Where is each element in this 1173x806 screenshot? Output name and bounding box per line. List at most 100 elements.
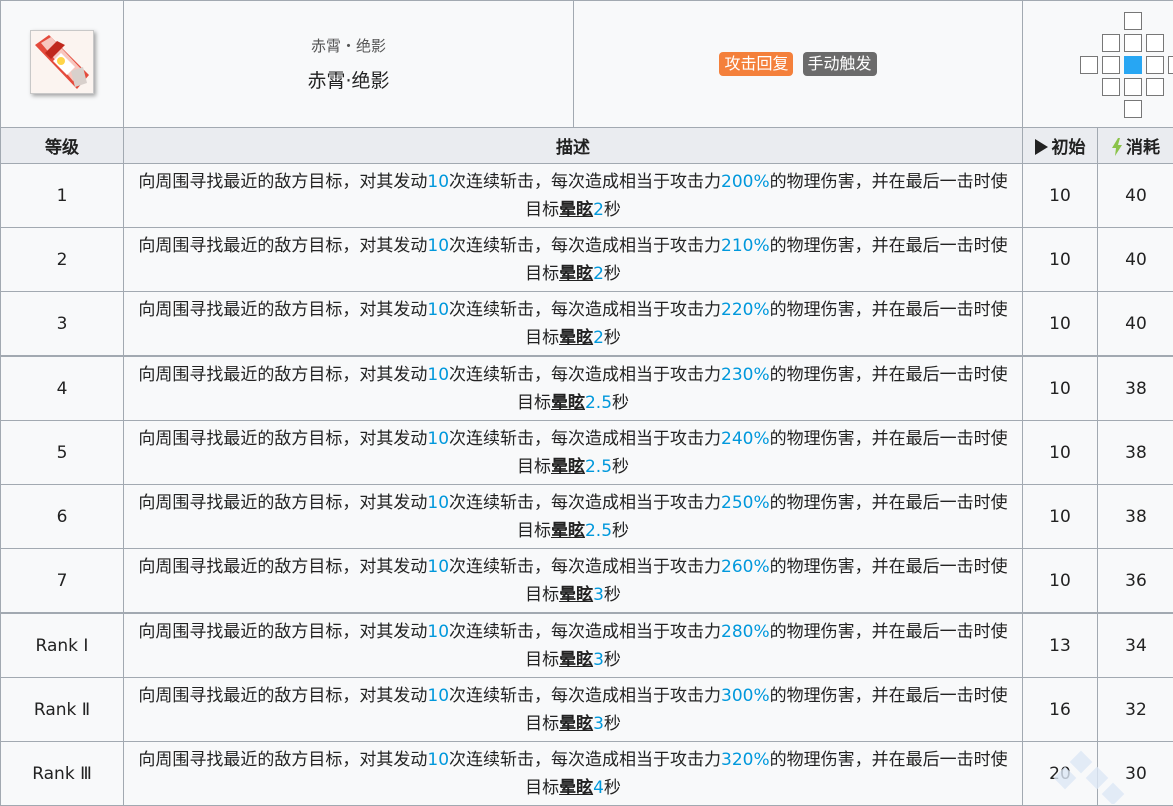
desc-hit-count: 10: [427, 622, 449, 642]
col-cost-label: 消耗: [1126, 138, 1160, 158]
desc-damage-percent: 240%: [721, 429, 770, 449]
desc-stun-duration: 2: [593, 200, 604, 220]
stun-term-link[interactable]: 晕眩: [559, 714, 593, 734]
range-square: [1124, 12, 1142, 30]
range-square: [1102, 78, 1120, 96]
table-row: 2向周围寻找最近的敌方目标，对其发动10次连续斩击，每次造成相当于攻击力210%…: [1, 228, 1173, 292]
row-level: Rank Ⅰ: [1, 613, 124, 678]
desc-stun-duration: 4: [593, 778, 604, 798]
col-initial-sp: 初始: [1023, 128, 1098, 164]
row-initial-sp: 10: [1023, 228, 1098, 292]
desc-stun-duration: 2.5: [585, 457, 612, 477]
row-description: 向周围寻找最近的敌方目标，对其发动10次连续斩击，每次造成相当于攻击力220%的…: [124, 292, 1023, 357]
desc-damage-percent: 300%: [721, 686, 770, 706]
skill-icon: [30, 30, 94, 94]
row-description: 向周围寻找最近的敌方目标，对其发动10次连续斩击，每次造成相当于攻击力230%的…: [124, 356, 1023, 421]
attack-range-cell: [1023, 1, 1173, 128]
desc-unit: 秒: [604, 264, 621, 284]
row-sp-cost: 40: [1098, 292, 1173, 357]
row-sp-cost: 40: [1098, 228, 1173, 292]
desc-stun-duration: 2: [593, 264, 604, 284]
row-description: 向周围寻找最近的敌方目标，对其发动10次连续斩击，每次造成相当于攻击力280%的…: [124, 613, 1023, 678]
desc-damage-percent: 230%: [721, 365, 770, 385]
desc-hit-count: 10: [427, 493, 449, 513]
play-icon: [1035, 139, 1048, 155]
table-row: 5向周围寻找最近的敌方目标，对其发动10次连续斩击，每次造成相当于攻击力240%…: [1, 421, 1173, 485]
row-initial-sp: 10: [1023, 485, 1098, 549]
stun-term-link[interactable]: 晕眩: [559, 328, 593, 348]
stun-term-link[interactable]: 晕眩: [551, 457, 585, 477]
skill-header-row: 赤霄・绝影 赤霄·绝影 攻击回复 手动触发: [1, 1, 1173, 128]
row-sp-cost: 38: [1098, 485, 1173, 549]
desc-text: 次连续斩击，每次造成相当于攻击力: [449, 686, 721, 706]
desc-damage-percent: 280%: [721, 622, 770, 642]
desc-text: 次连续斩击，每次造成相当于攻击力: [449, 300, 721, 320]
desc-damage-percent: 320%: [721, 750, 770, 770]
stun-term-link[interactable]: 晕眩: [559, 200, 593, 220]
desc-text: 向周围寻找最近的敌方目标，对其发动: [138, 236, 427, 256]
table-row: Rank Ⅱ向周围寻找最近的敌方目标，对其发动10次连续斩击，每次造成相当于攻击…: [1, 678, 1173, 742]
row-sp-cost: 38: [1098, 356, 1173, 421]
desc-text: 次连续斩击，每次造成相当于攻击力: [449, 557, 721, 577]
skill-table: 赤霄・绝影 赤霄·绝影 攻击回复 手动触发: [0, 0, 1173, 806]
desc-hit-count: 10: [427, 750, 449, 770]
row-description: 向周围寻找最近的敌方目标，对其发动10次连续斩击，每次造成相当于攻击力260%的…: [124, 549, 1023, 614]
desc-stun-duration: 3: [593, 650, 604, 670]
range-square: [1124, 100, 1142, 118]
row-sp-cost: 30: [1098, 742, 1173, 806]
desc-text: 向周围寻找最近的敌方目标，对其发动: [138, 365, 427, 385]
stun-term-link[interactable]: 晕眩: [551, 393, 585, 413]
col-description: 描述: [124, 128, 1023, 164]
stun-term-link[interactable]: 晕眩: [559, 585, 593, 605]
desc-unit: 秒: [612, 457, 629, 477]
desc-damage-percent: 250%: [721, 493, 770, 513]
table-row: 3向周围寻找最近的敌方目标，对其发动10次连续斩击，每次造成相当于攻击力220%…: [1, 292, 1173, 357]
range-square: [1080, 56, 1098, 74]
desc-text: 次连续斩击，每次造成相当于攻击力: [449, 236, 721, 256]
row-level: 2: [1, 228, 124, 292]
desc-text: 向周围寻找最近的敌方目标，对其发动: [138, 493, 427, 513]
range-square: [1146, 34, 1164, 52]
desc-stun-duration: 2: [593, 328, 604, 348]
row-description: 向周围寻找最近的敌方目标，对其发动10次连续斩击，每次造成相当于攻击力240%的…: [124, 421, 1023, 485]
row-level: 6: [1, 485, 124, 549]
stun-term-link[interactable]: 晕眩: [559, 778, 593, 798]
stun-term-link[interactable]: 晕眩: [559, 264, 593, 284]
desc-hit-count: 10: [427, 365, 449, 385]
desc-unit: 秒: [604, 714, 621, 734]
desc-text: 次连续斩击，每次造成相当于攻击力: [449, 622, 721, 642]
level-rows: 1向周围寻找最近的敌方目标，对其发动10次连续斩击，每次造成相当于攻击力200%…: [1, 164, 1173, 806]
desc-damage-percent: 220%: [721, 300, 770, 320]
row-level: 7: [1, 549, 124, 614]
attack-range-grid: [1079, 10, 1173, 120]
stun-term-link[interactable]: 晕眩: [559, 650, 593, 670]
row-initial-sp: 10: [1023, 164, 1098, 228]
row-level: 4: [1, 356, 124, 421]
desc-unit: 秒: [612, 521, 629, 541]
desc-text: 次连续斩击，每次造成相当于攻击力: [449, 750, 721, 770]
desc-unit: 秒: [604, 200, 621, 220]
table-row: Rank Ⅲ向周围寻找最近的敌方目标，对其发动10次连续斩击，每次造成相当于攻击…: [1, 742, 1173, 806]
desc-hit-count: 10: [427, 686, 449, 706]
desc-text: 向周围寻找最近的敌方目标，对其发动: [138, 300, 427, 320]
desc-stun-duration: 2.5: [585, 521, 612, 541]
row-description: 向周围寻找最近的敌方目标，对其发动10次连续斩击，每次造成相当于攻击力250%的…: [124, 485, 1023, 549]
desc-text: 次连续斩击，每次造成相当于攻击力: [449, 172, 721, 192]
tag-attack-recovery: 攻击回复: [719, 52, 793, 76]
desc-text: 次连续斩击，每次造成相当于攻击力: [449, 429, 721, 449]
row-sp-cost: 40: [1098, 164, 1173, 228]
desc-unit: 秒: [604, 328, 621, 348]
desc-text: 向周围寻找最近的敌方目标，对其发动: [138, 750, 427, 770]
desc-text: 向周围寻找最近的敌方目标，对其发动: [138, 172, 427, 192]
desc-damage-percent: 260%: [721, 557, 770, 577]
row-initial-sp: 13: [1023, 613, 1098, 678]
stun-term-link[interactable]: 晕眩: [551, 521, 585, 541]
row-initial-sp: 10: [1023, 549, 1098, 614]
col-level: 等级: [1, 128, 124, 164]
row-sp-cost: 38: [1098, 421, 1173, 485]
range-square: [1102, 56, 1120, 74]
desc-text: 次连续斩击，每次造成相当于攻击力: [449, 493, 721, 513]
row-initial-sp: 16: [1023, 678, 1098, 742]
skill-tags-cell: 攻击回复 手动触发: [574, 1, 1023, 128]
row-level: 5: [1, 421, 124, 485]
